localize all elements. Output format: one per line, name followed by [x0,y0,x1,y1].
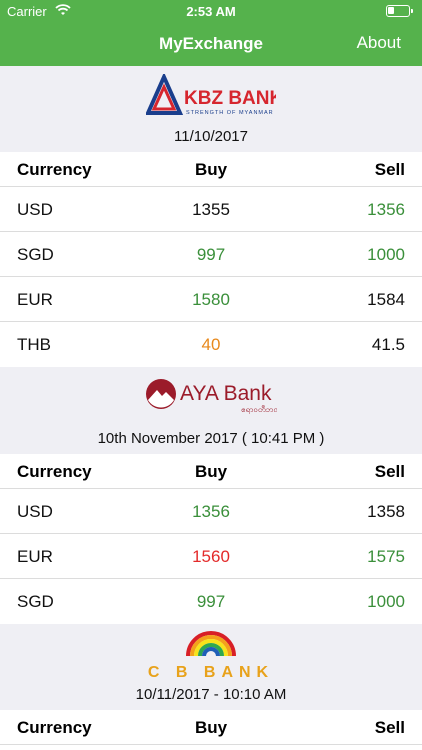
currency-code: USD [17,502,53,521]
table-header-row: Currency Buy Sell [0,152,422,187]
buy-rate: 1356 [192,502,230,521]
aya-bank-logo: AYA Bank ဧရာဝတီဘဏ် [0,378,422,414]
table-row[interactable]: EUR 1580 1584 [0,277,422,322]
status-bar: Carrier 2:53 AM [0,0,422,22]
table-header-row: Currency Buy Sell [0,454,422,489]
sell-rate: 1000 [367,245,405,264]
currency-code: USD [17,200,53,219]
table-row[interactable]: USD 1355 1356 [0,187,422,232]
aya-date: 10th November 2017 ( 10:41 PM ) [97,430,325,447]
aya-rate-table: Currency Buy Sell USD 1356 1358 EUR 1560… [0,454,422,624]
aya-logo-subtext: ဧရာဝတီဘဏ် [241,404,277,414]
currency-header: Currency [17,462,92,481]
sell-rate: 1358 [367,502,405,521]
buy-header: Buy [194,718,228,737]
kbz-logo-text: KBZ BANK [184,88,276,109]
sell-header: Sell [374,718,405,737]
about-button[interactable]: About [357,33,401,53]
buy-rate: 1355 [192,200,230,219]
navigation-bar: Carrier 2:53 AM MyExchange About [0,0,422,66]
currency-header: Currency [17,718,92,737]
currency-code: EUR [17,290,53,309]
currency-code: EUR [17,547,53,566]
currency-code: SGD [17,592,54,611]
sell-rate: 1000 [367,592,405,611]
buy-rate: 997 [196,592,226,611]
table-header-row: Currency Buy Sell [0,710,422,745]
sell-rate: 1356 [367,200,405,219]
buy-header: Buy [194,462,228,481]
table-row[interactable]: EUR 1560 1575 [0,534,422,579]
cb-date: 10/11/2017 - 10:10 AM [135,686,287,703]
status-time: 2:53 AM [186,4,236,19]
buy-rate: 997 [196,245,226,264]
cb-rate-table: Currency Buy Sell [0,710,422,750]
buy-rate: 1580 [192,290,230,309]
table-row[interactable]: USD 1356 1358 [0,489,422,534]
kbz-bank-logo: KBZ BANK STRENGTH OF MYANMAR [0,74,422,118]
buy-header: Buy [194,160,228,179]
buy-rate: 40 [201,335,221,354]
cb-bank-logo: C B BANK [0,630,422,682]
kbz-logo-icon: KBZ BANK STRENGTH OF MYANMAR [146,74,276,116]
battery-icon [386,5,413,17]
aya-logo-icon: AYA Bank ဧရာဝတီဘဏ် [146,379,277,414]
buy-rate: 1560 [192,547,230,566]
kbz-logo-tagline: STRENGTH OF MYANMAR [186,110,274,116]
currency-header: Currency [17,160,92,179]
currency-code: SGD [17,245,54,264]
kbz-rate-table: Currency Buy Sell USD 1355 1356 SGD 997 … [0,152,422,367]
kbz-date: 11/10/2017 [174,128,248,145]
table-row[interactable]: SGD 997 1000 [0,579,422,624]
table-row[interactable]: SGD 997 1000 [0,232,422,277]
table-row[interactable]: THB 40 41.5 [0,322,422,367]
currency-code: THB [17,335,51,354]
sell-rate: 1575 [367,547,405,566]
sell-rate: 1584 [367,290,405,309]
aya-logo-text: AYA Bank [180,382,272,405]
sell-rate: 41.5 [371,335,405,354]
cb-logo-text: C B BANK [148,664,274,681]
sell-header: Sell [374,160,405,179]
cb-logo-icon: C B BANK [148,631,274,681]
sell-header: Sell [374,462,405,481]
